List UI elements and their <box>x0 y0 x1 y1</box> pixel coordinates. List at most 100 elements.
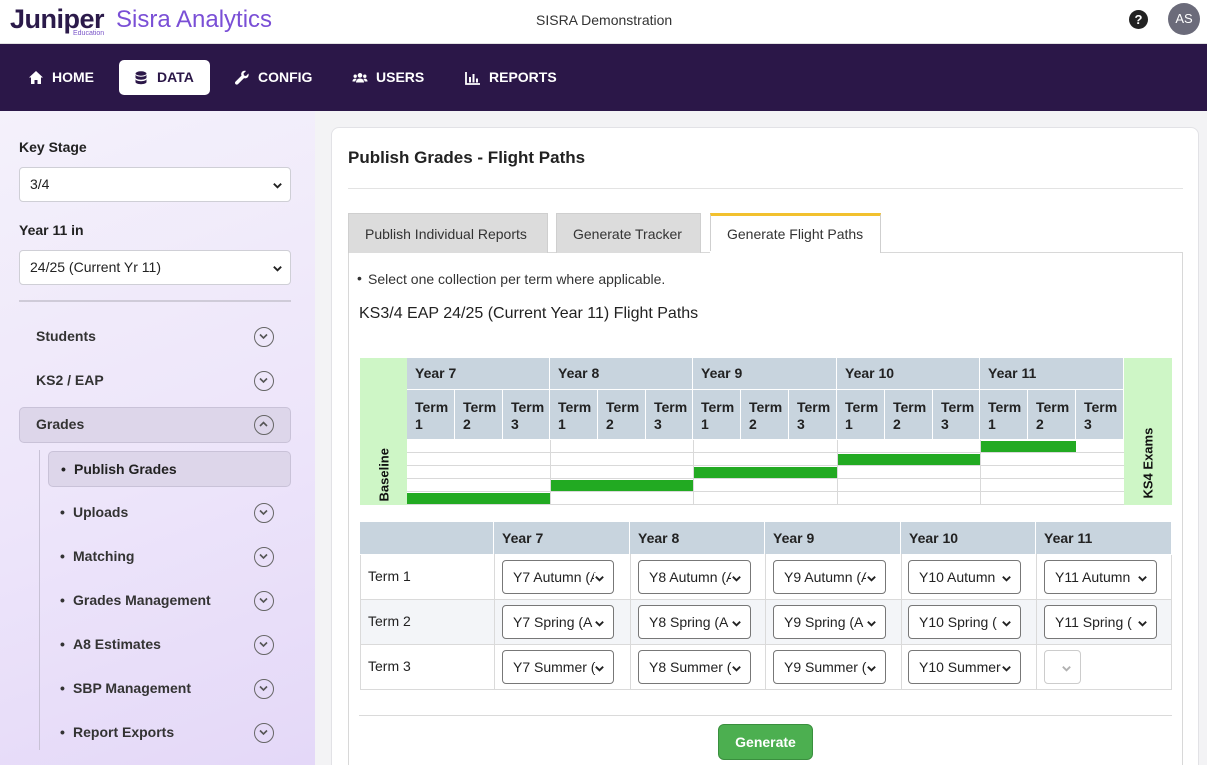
select-value: Y8 Summer ( <box>649 659 732 675</box>
select-value: Y10 Spring ( <box>919 614 997 630</box>
sidebar-subitem-a8-estimates[interactable]: • A8 Estimates <box>48 627 291 663</box>
term-word: Term <box>1084 399 1118 415</box>
avatar[interactable]: AS <box>1168 3 1200 35</box>
collection-select-y9-t1[interactable]: Y9 Autumn (A <box>773 560 886 594</box>
sidebar-subitem-publish-grades[interactable]: • Publish Grades <box>48 451 291 487</box>
sidebar-item-ks2-eap[interactable]: KS2 / EAP <box>19 363 291 399</box>
chevron-down-icon[interactable] <box>254 591 274 611</box>
sidebar-subitem-uploads[interactable]: • Uploads <box>48 495 291 531</box>
year-select[interactable]: 24/25 (Current Yr 11) <box>19 250 291 285</box>
collection-select-y8-t1[interactable]: Y8 Autumn (A <box>638 560 751 594</box>
tab-generate-tracker[interactable]: Generate Tracker <box>556 213 701 253</box>
flight-path-bar-year8 <box>551 480 693 491</box>
sidebar-subitem-sbp-management[interactable]: • SBP Management <box>48 671 291 707</box>
collection-select-y9-t3[interactable]: Y9 Summer ( <box>773 650 886 684</box>
grid-term-header: Term 3 <box>503 389 550 439</box>
chevron-down-icon[interactable] <box>254 503 274 523</box>
chevron-down-icon[interactable] <box>254 723 274 743</box>
bar-chart-icon <box>465 71 480 85</box>
grid-term-header: Term 1 <box>407 389 455 439</box>
flight-path-bar-year10 <box>838 454 980 465</box>
select-value: Y11 Spring ( <box>1055 614 1132 630</box>
sidebar-subitem-matching[interactable]: • Matching <box>48 539 291 575</box>
collection-select-y11-t2[interactable]: Y11 Spring ( <box>1044 605 1157 639</box>
chevron-down-icon[interactable] <box>254 327 274 347</box>
grid-year-header: Year 10 <box>837 358 980 389</box>
grid-year-header: Year 7 <box>407 358 550 389</box>
sidebar-item-students[interactable]: Students <box>19 319 291 355</box>
term-number: 3 <box>654 416 662 432</box>
flight-path-bar-year9 <box>694 467 837 478</box>
sidebar-divider <box>19 300 291 302</box>
sidebar-item-label: Grades <box>36 416 85 432</box>
grid-line <box>550 440 551 505</box>
nav-users-label: USERS <box>376 69 425 85</box>
term-word: Term <box>845 399 879 415</box>
chevron-down-icon[interactable] <box>254 635 274 655</box>
instruction-text: Select one collection per term where app… <box>357 270 665 287</box>
nav-config[interactable]: CONFIG <box>220 60 326 95</box>
page-title: Publish Grades - Flight Paths <box>348 148 586 167</box>
sidebar-item-grades[interactable]: Grades <box>19 407 291 443</box>
nav-users[interactable]: USERS <box>338 60 438 95</box>
chevron-up-icon[interactable] <box>254 415 274 435</box>
term-number: 2 <box>606 416 614 432</box>
table-line <box>1036 554 1037 690</box>
table-header-year: Year 10 <box>901 522 1036 554</box>
chevron-down-icon <box>594 663 605 674</box>
collection-select-y8-t2[interactable]: Y8 Spring (A <box>638 605 751 639</box>
chevron-down-icon[interactable] <box>254 547 274 567</box>
nav-reports-label: REPORTS <box>489 69 557 85</box>
collection-select-y8-t3[interactable]: Y8 Summer ( <box>638 650 751 684</box>
key-stage-value: 3/4 <box>30 176 50 192</box>
grid-term-header: Term 2 <box>885 389 933 439</box>
row-label-term-1: Term 1 <box>368 568 411 584</box>
nav-home-label: HOME <box>52 69 94 85</box>
nav-home[interactable]: HOME <box>14 60 108 95</box>
collection-select-y11-t1[interactable]: Y11 Autumn <box>1044 560 1157 594</box>
term-word: Term <box>1036 399 1070 415</box>
collection-select-y7-t1[interactable]: Y7 Autumn (A <box>502 560 614 594</box>
collection-select-y9-t2[interactable]: Y9 Spring (A <box>773 605 886 639</box>
term-word: Term <box>701 399 735 415</box>
grid-line <box>407 465 1124 466</box>
term-word: Term <box>463 399 497 415</box>
collection-select-y10-t1[interactable]: Y10 Autumn <box>908 560 1021 594</box>
collection-select-y10-t3[interactable]: Y10 Summer <box>908 650 1021 684</box>
collection-select-y10-t2[interactable]: Y10 Spring ( <box>908 605 1021 639</box>
users-icon <box>352 72 368 82</box>
sidebar-subitem-grades-management[interactable]: • Grades Management <box>48 583 291 619</box>
grid-term-header: Term 3 <box>1076 389 1124 439</box>
chevron-down-icon[interactable] <box>254 679 274 699</box>
help-icon[interactable]: ? <box>1129 10 1148 29</box>
organisation-title: SISRA Demonstration <box>536 12 673 28</box>
sidebar-item-label: KS2 / EAP <box>36 372 104 388</box>
tab-publish-individual-reports[interactable]: Publish Individual Reports <box>348 213 548 253</box>
collection-select-y7-t2[interactable]: Y7 Spring (A <box>502 605 614 639</box>
collection-select-y7-t3[interactable]: Y7 Summer ( <box>502 650 614 684</box>
tab-generate-flight-paths[interactable]: Generate Flight Paths <box>710 213 881 253</box>
baseline-label: Baseline <box>376 448 392 502</box>
nav-reports[interactable]: REPORTS <box>451 60 571 95</box>
brand-product: Sisra Analytics <box>116 6 273 33</box>
generate-button[interactable]: Generate <box>718 724 813 760</box>
bullet: • <box>60 724 65 740</box>
select-value: Y11 Autumn <box>1055 569 1131 585</box>
bullet: • <box>60 548 65 564</box>
table-line <box>901 554 902 690</box>
term-word: Term <box>558 399 592 415</box>
brand-education: Education <box>73 30 105 37</box>
sidebar-item-label: Uploads <box>73 504 129 520</box>
ks4-exams-column: KS4 Exams <box>1124 358 1172 505</box>
key-stage-select[interactable]: 3/4 <box>19 167 291 202</box>
term-word: Term <box>511 399 545 415</box>
sidebar-item-label: Students <box>36 328 96 344</box>
chevron-down-icon[interactable] <box>254 371 274 391</box>
term-number: 2 <box>1036 416 1044 432</box>
sidebar-subitem-report-exports[interactable]: • Report Exports <box>48 715 291 751</box>
key-stage-label: Key Stage <box>19 139 87 155</box>
grid-line <box>407 504 1124 505</box>
term-word: Term <box>988 399 1022 415</box>
nav-data[interactable]: DATA <box>119 60 210 95</box>
grid-term-header: Term 1 <box>693 389 741 439</box>
